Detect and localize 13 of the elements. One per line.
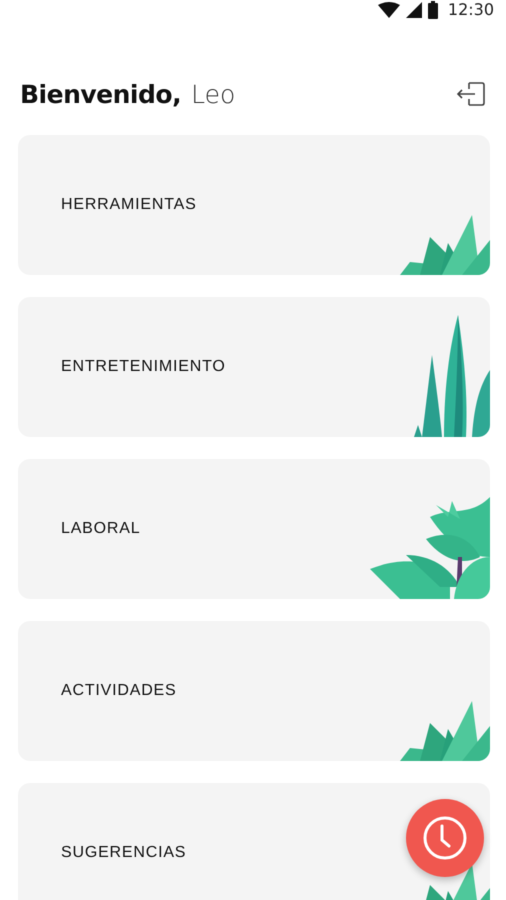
wifi-icon [378,2,400,18]
logout-button[interactable] [454,79,488,109]
category-card[interactable]: ACTIVIDADES [18,621,490,761]
signal-icon [406,2,422,18]
clock-time: 12:30 [448,0,494,19]
user-name: Leo [191,80,236,108]
category-card[interactable]: ENTRETENIMIENTO [18,297,490,437]
category-card[interactable]: SUGERENCIAS [18,783,490,900]
category-card[interactable]: HERRAMIENTAS [18,135,490,275]
battery-icon [428,0,438,18]
greeting-text: Bienvenido, [20,80,182,108]
category-card[interactable]: LABORAL [18,459,490,599]
clock-icon [422,815,468,861]
